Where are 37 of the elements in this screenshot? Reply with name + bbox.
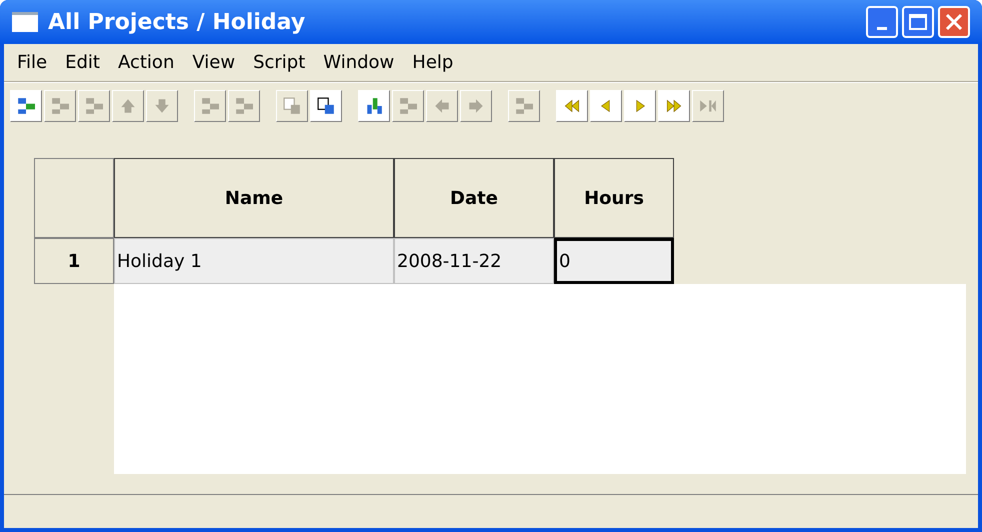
tree-icon <box>201 96 219 114</box>
column-header[interactable]: Hours <box>554 158 674 238</box>
tree-icon <box>51 96 69 114</box>
table-cell[interactable]: 0 <box>554 238 674 284</box>
window-title: All Projects / Holiday <box>48 8 306 36</box>
window-icon <box>12 12 38 32</box>
table-cell[interactable]: Holiday 1 <box>114 238 394 284</box>
row-header[interactable]: 1 <box>34 238 114 284</box>
tree-icon <box>399 96 417 114</box>
left-arrow-icon <box>433 96 451 114</box>
tree-icon <box>515 96 533 114</box>
right-arrow-icon <box>467 96 485 114</box>
down-arrow-icon <box>153 96 171 114</box>
column-header[interactable]: Date <box>394 158 554 238</box>
tree-icon <box>85 96 103 114</box>
page-icon <box>317 96 335 114</box>
tree-icon <box>235 96 253 114</box>
toolbar-button[interactable] <box>310 90 342 122</box>
table-cell[interactable]: 2008-11-22 <box>394 238 554 284</box>
fast-forward-icon <box>665 96 683 114</box>
menu-item[interactable]: Window <box>314 49 404 76</box>
close-button[interactable] <box>938 6 970 38</box>
menu-item[interactable]: File <box>8 49 56 76</box>
rewind-icon <box>563 96 581 114</box>
up-arrow-icon <box>119 96 137 114</box>
menu-item[interactable]: Action <box>108 49 184 76</box>
tree-icon <box>17 96 35 114</box>
column-header[interactable]: Name <box>114 158 394 238</box>
page-icon <box>283 96 301 114</box>
menu-item[interactable]: Edit <box>56 49 109 76</box>
menu-item[interactable]: View <box>183 49 244 76</box>
close-icon <box>945 13 963 31</box>
bar-chart-icon <box>365 96 383 114</box>
menu-item[interactable]: Help <box>403 49 462 76</box>
maximize-button[interactable] <box>902 6 934 38</box>
menu-item[interactable]: Script <box>244 49 314 76</box>
minimize-button[interactable] <box>866 6 898 38</box>
